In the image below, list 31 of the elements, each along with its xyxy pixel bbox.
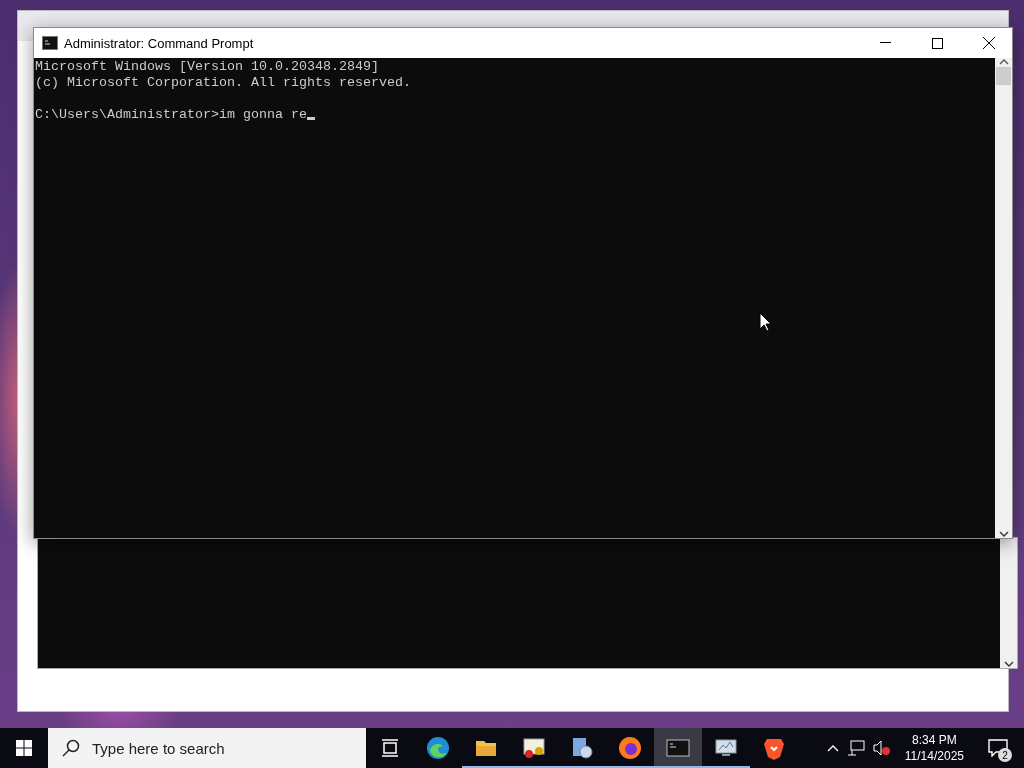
chevron-up-icon[interactable] — [826, 744, 839, 752]
window-title: Administrator: Command Prompt — [64, 35, 255, 51]
scroll-thumb[interactable] — [996, 67, 1011, 85]
firefox-icon — [617, 735, 643, 761]
close-icon — [983, 37, 995, 49]
message-icon — [988, 739, 1008, 757]
scroll-down-icon[interactable] — [998, 530, 1009, 538]
command-line[interactable]: C:\Users\Administrator>im gonna re — [35, 107, 315, 123]
windows-logo-icon — [16, 740, 32, 756]
taskbar-app-button[interactable] — [654, 728, 702, 768]
terminal-icon — [42, 36, 58, 50]
search-field[interactable]: Type here to search — [48, 728, 366, 768]
notification-count: 2 — [998, 748, 1012, 762]
scrollbar[interactable] — [995, 58, 1012, 538]
maximize-icon — [931, 37, 943, 49]
scroll-down-icon[interactable] — [1003, 660, 1014, 668]
text-cursor — [306, 117, 315, 120]
speaker-muted-icon[interactable] — [872, 740, 891, 756]
date: 11/14/2025 — [904, 748, 964, 764]
scroll-up-icon[interactable] — [998, 58, 1009, 66]
console-line: (c) Microsoft Corporation. All rights reserved. — [35, 75, 411, 91]
search-icon — [62, 739, 80, 757]
console-line: Microsoft Windows [Version 10.0.20348.2849] — [35, 59, 379, 75]
minimize-icon — [879, 42, 891, 44]
certificate-icon — [521, 735, 547, 761]
network-icon[interactable] — [846, 740, 865, 756]
notifications-button[interactable]: 2 — [978, 728, 1018, 768]
clock[interactable]: 8:34 PM 11/14/2025 — [898, 732, 970, 764]
mouse-pointer-icon — [759, 312, 773, 332]
browser-icon — [425, 735, 451, 761]
time: 8:34 PM — [912, 732, 957, 748]
